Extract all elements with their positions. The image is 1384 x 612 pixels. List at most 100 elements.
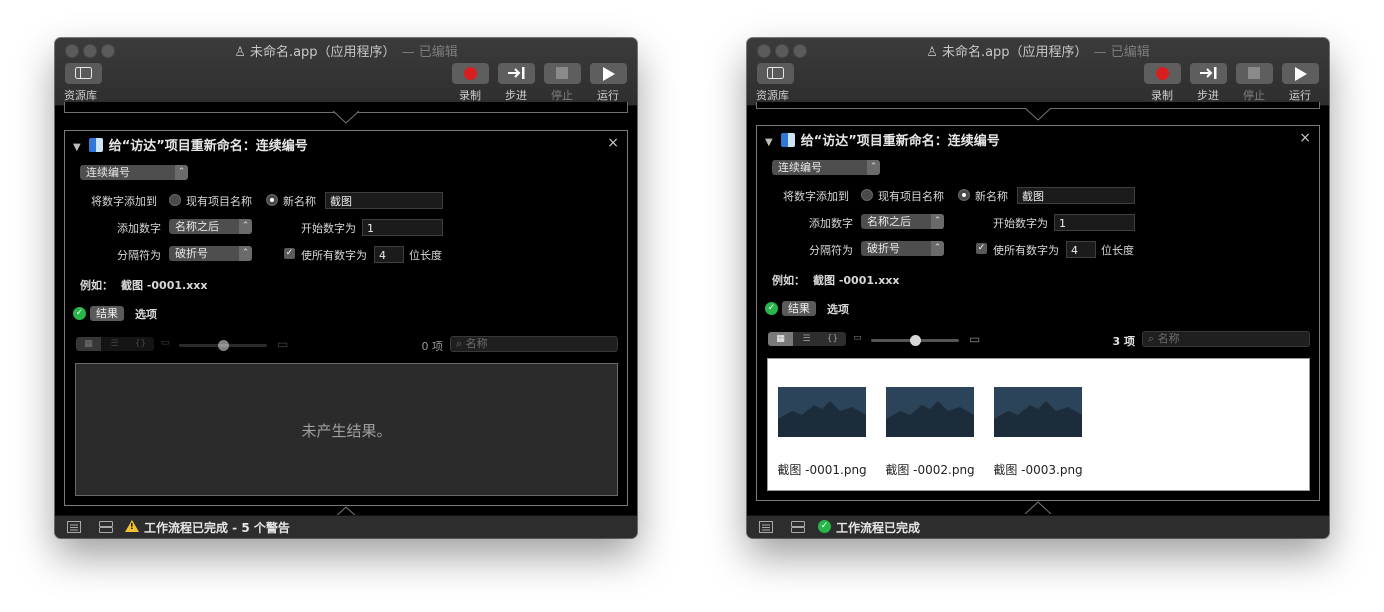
file-thumbnail[interactable] (994, 387, 1082, 437)
view-mode-selector[interactable]: ▦ ☰ {} (768, 332, 846, 346)
close-action-button[interactable]: × (1299, 130, 1311, 146)
start-number-label: 开始数字为 (993, 217, 1048, 230)
results-tab[interactable]: 结果 (90, 306, 124, 321)
checkmark-icon: ✓ (765, 302, 778, 315)
separator-popup[interactable]: 破折号 ⌃ (861, 241, 944, 256)
library-button[interactable] (757, 63, 794, 84)
mountain-image (778, 401, 866, 437)
digits-label: 使所有数字为 (301, 249, 367, 262)
radio-new-name[interactable] (266, 194, 278, 206)
file-thumbnail[interactable] (886, 387, 974, 437)
icon-view-icon[interactable]: ▦ (768, 332, 793, 346)
options-tab[interactable]: 选项 (827, 301, 849, 317)
new-name-field[interactable]: 截图 (325, 192, 443, 209)
collapse-triangle-icon[interactable]: ▼ (73, 142, 81, 153)
variables-icon[interactable] (99, 521, 113, 533)
slider-knob[interactable] (218, 340, 229, 351)
library-label: 资源库 (756, 89, 789, 102)
digits-field[interactable]: 4 (374, 246, 404, 263)
start-number-field[interactable]: 1 (1054, 214, 1135, 231)
run-button[interactable] (1282, 63, 1319, 84)
record-label: 录制 (1151, 89, 1173, 102)
icon-view-icon[interactable]: ▦ (76, 337, 101, 351)
record-button[interactable] (1144, 63, 1181, 84)
radio-existing-name[interactable] (169, 194, 181, 206)
radio-new-name[interactable] (958, 189, 970, 201)
large-image-icon: ▭ (277, 337, 289, 351)
chevron-updown-icon: ⌃ (867, 160, 880, 175)
record-label: 录制 (459, 89, 481, 102)
file-name[interactable]: 截图 -0001.png (772, 461, 872, 478)
start-number-field[interactable]: 1 (362, 219, 443, 236)
automator-window-left: ♙ 未命名.app（应用程序） — 已编辑 资源库 录制 步进 停止 运行 ▼ 给“访… (55, 38, 637, 538)
step-button[interactable] (498, 63, 535, 84)
variables-icon[interactable] (791, 521, 805, 533)
results-tab[interactable]: 结果 (782, 301, 816, 316)
connector-notch (333, 111, 359, 124)
list-view-icon[interactable]: ☰ (794, 332, 819, 346)
status-bar: ✓ 工作流程已完成 (747, 515, 1329, 538)
connector-notch (1025, 501, 1051, 514)
log-icon[interactable] (67, 521, 81, 533)
new-name-field[interactable]: 截图 (1017, 187, 1135, 204)
sidebar-icon (75, 67, 92, 79)
add-number-to-label: 将数字添加到 (91, 195, 157, 208)
digits-label: 使所有数字为 (993, 244, 1059, 257)
stop-button[interactable] (1236, 63, 1273, 84)
start-number-label: 开始数字为 (301, 222, 356, 235)
digits-field[interactable]: 4 (1066, 241, 1096, 258)
automator-app-icon: ♙ (926, 45, 938, 60)
library-label: 资源库 (64, 89, 97, 102)
digits-suffix-label: 位长度 (1101, 244, 1134, 257)
collapse-triangle-icon[interactable]: ▼ (765, 137, 773, 148)
chevron-updown-icon: ⌃ (931, 241, 944, 256)
radio-existing-name[interactable] (861, 189, 873, 201)
action-title[interactable]: ▼ 给“访达”项目重新命名：连续编号 (73, 135, 308, 154)
action-title[interactable]: ▼ 给“访达”项目重新命名：连续编号 (765, 130, 1000, 149)
separator-popup[interactable]: 破折号 ⌃ (169, 246, 252, 261)
options-tab[interactable]: 选项 (135, 306, 157, 322)
search-icon: ⌕ (1148, 332, 1158, 345)
step-button[interactable] (1190, 63, 1227, 84)
log-icon[interactable] (759, 521, 773, 533)
library-button[interactable] (65, 63, 102, 84)
finder-icon (88, 138, 103, 152)
stop-icon (556, 67, 568, 79)
view-mode-selector[interactable]: ▦ ☰ {} (76, 337, 154, 351)
record-icon (464, 67, 477, 80)
file-name[interactable]: 截图 -0003.png (988, 461, 1088, 478)
small-image-icon: ▭ (853, 333, 862, 343)
list-view-icon[interactable]: ☰ (102, 337, 127, 351)
finder-icon (780, 133, 795, 147)
slider-knob[interactable] (910, 335, 921, 346)
close-action-button[interactable]: × (607, 135, 619, 151)
small-image-icon: ▭ (161, 338, 170, 348)
stop-label: 停止 (1243, 89, 1265, 102)
search-field[interactable]: ⌕ 名称 (450, 336, 618, 352)
chevron-updown-icon: ⌃ (931, 214, 944, 229)
empty-results-text: 未产生结果。 (301, 422, 392, 440)
search-field[interactable]: ⌕ 名称 (1142, 331, 1310, 347)
mode-popup[interactable]: 连续编号 ⌃ (772, 160, 880, 175)
example-label: 例如： (772, 274, 805, 287)
code-view-icon[interactable]: {} (820, 332, 845, 346)
stop-label: 停止 (551, 89, 573, 102)
position-popup[interactable]: 名称之后 ⌃ (861, 214, 944, 229)
chevron-updown-icon: ⌃ (239, 219, 252, 234)
step-icon (1200, 67, 1217, 79)
chevron-updown-icon: ⌃ (239, 246, 252, 261)
file-name[interactable]: 截图 -0002.png (880, 461, 980, 478)
run-label: 运行 (597, 89, 619, 102)
mode-popup[interactable]: 连续编号 ⌃ (80, 165, 188, 180)
large-image-icon: ▭ (969, 332, 981, 346)
title-bar: ♙ 未命名.app（应用程序） — 已编辑 资源库 录制 步进 停止 运行 (55, 38, 637, 106)
add-number-to-label: 将数字添加到 (783, 190, 849, 203)
digits-checkbox[interactable]: ✓ (976, 243, 987, 254)
stop-button[interactable] (544, 63, 581, 84)
code-view-icon[interactable]: {} (128, 337, 153, 351)
record-button[interactable] (452, 63, 489, 84)
file-thumbnail[interactable] (778, 387, 866, 437)
position-popup[interactable]: 名称之后 ⌃ (169, 219, 252, 234)
digits-checkbox[interactable]: ✓ (284, 248, 295, 259)
run-button[interactable] (590, 63, 627, 84)
